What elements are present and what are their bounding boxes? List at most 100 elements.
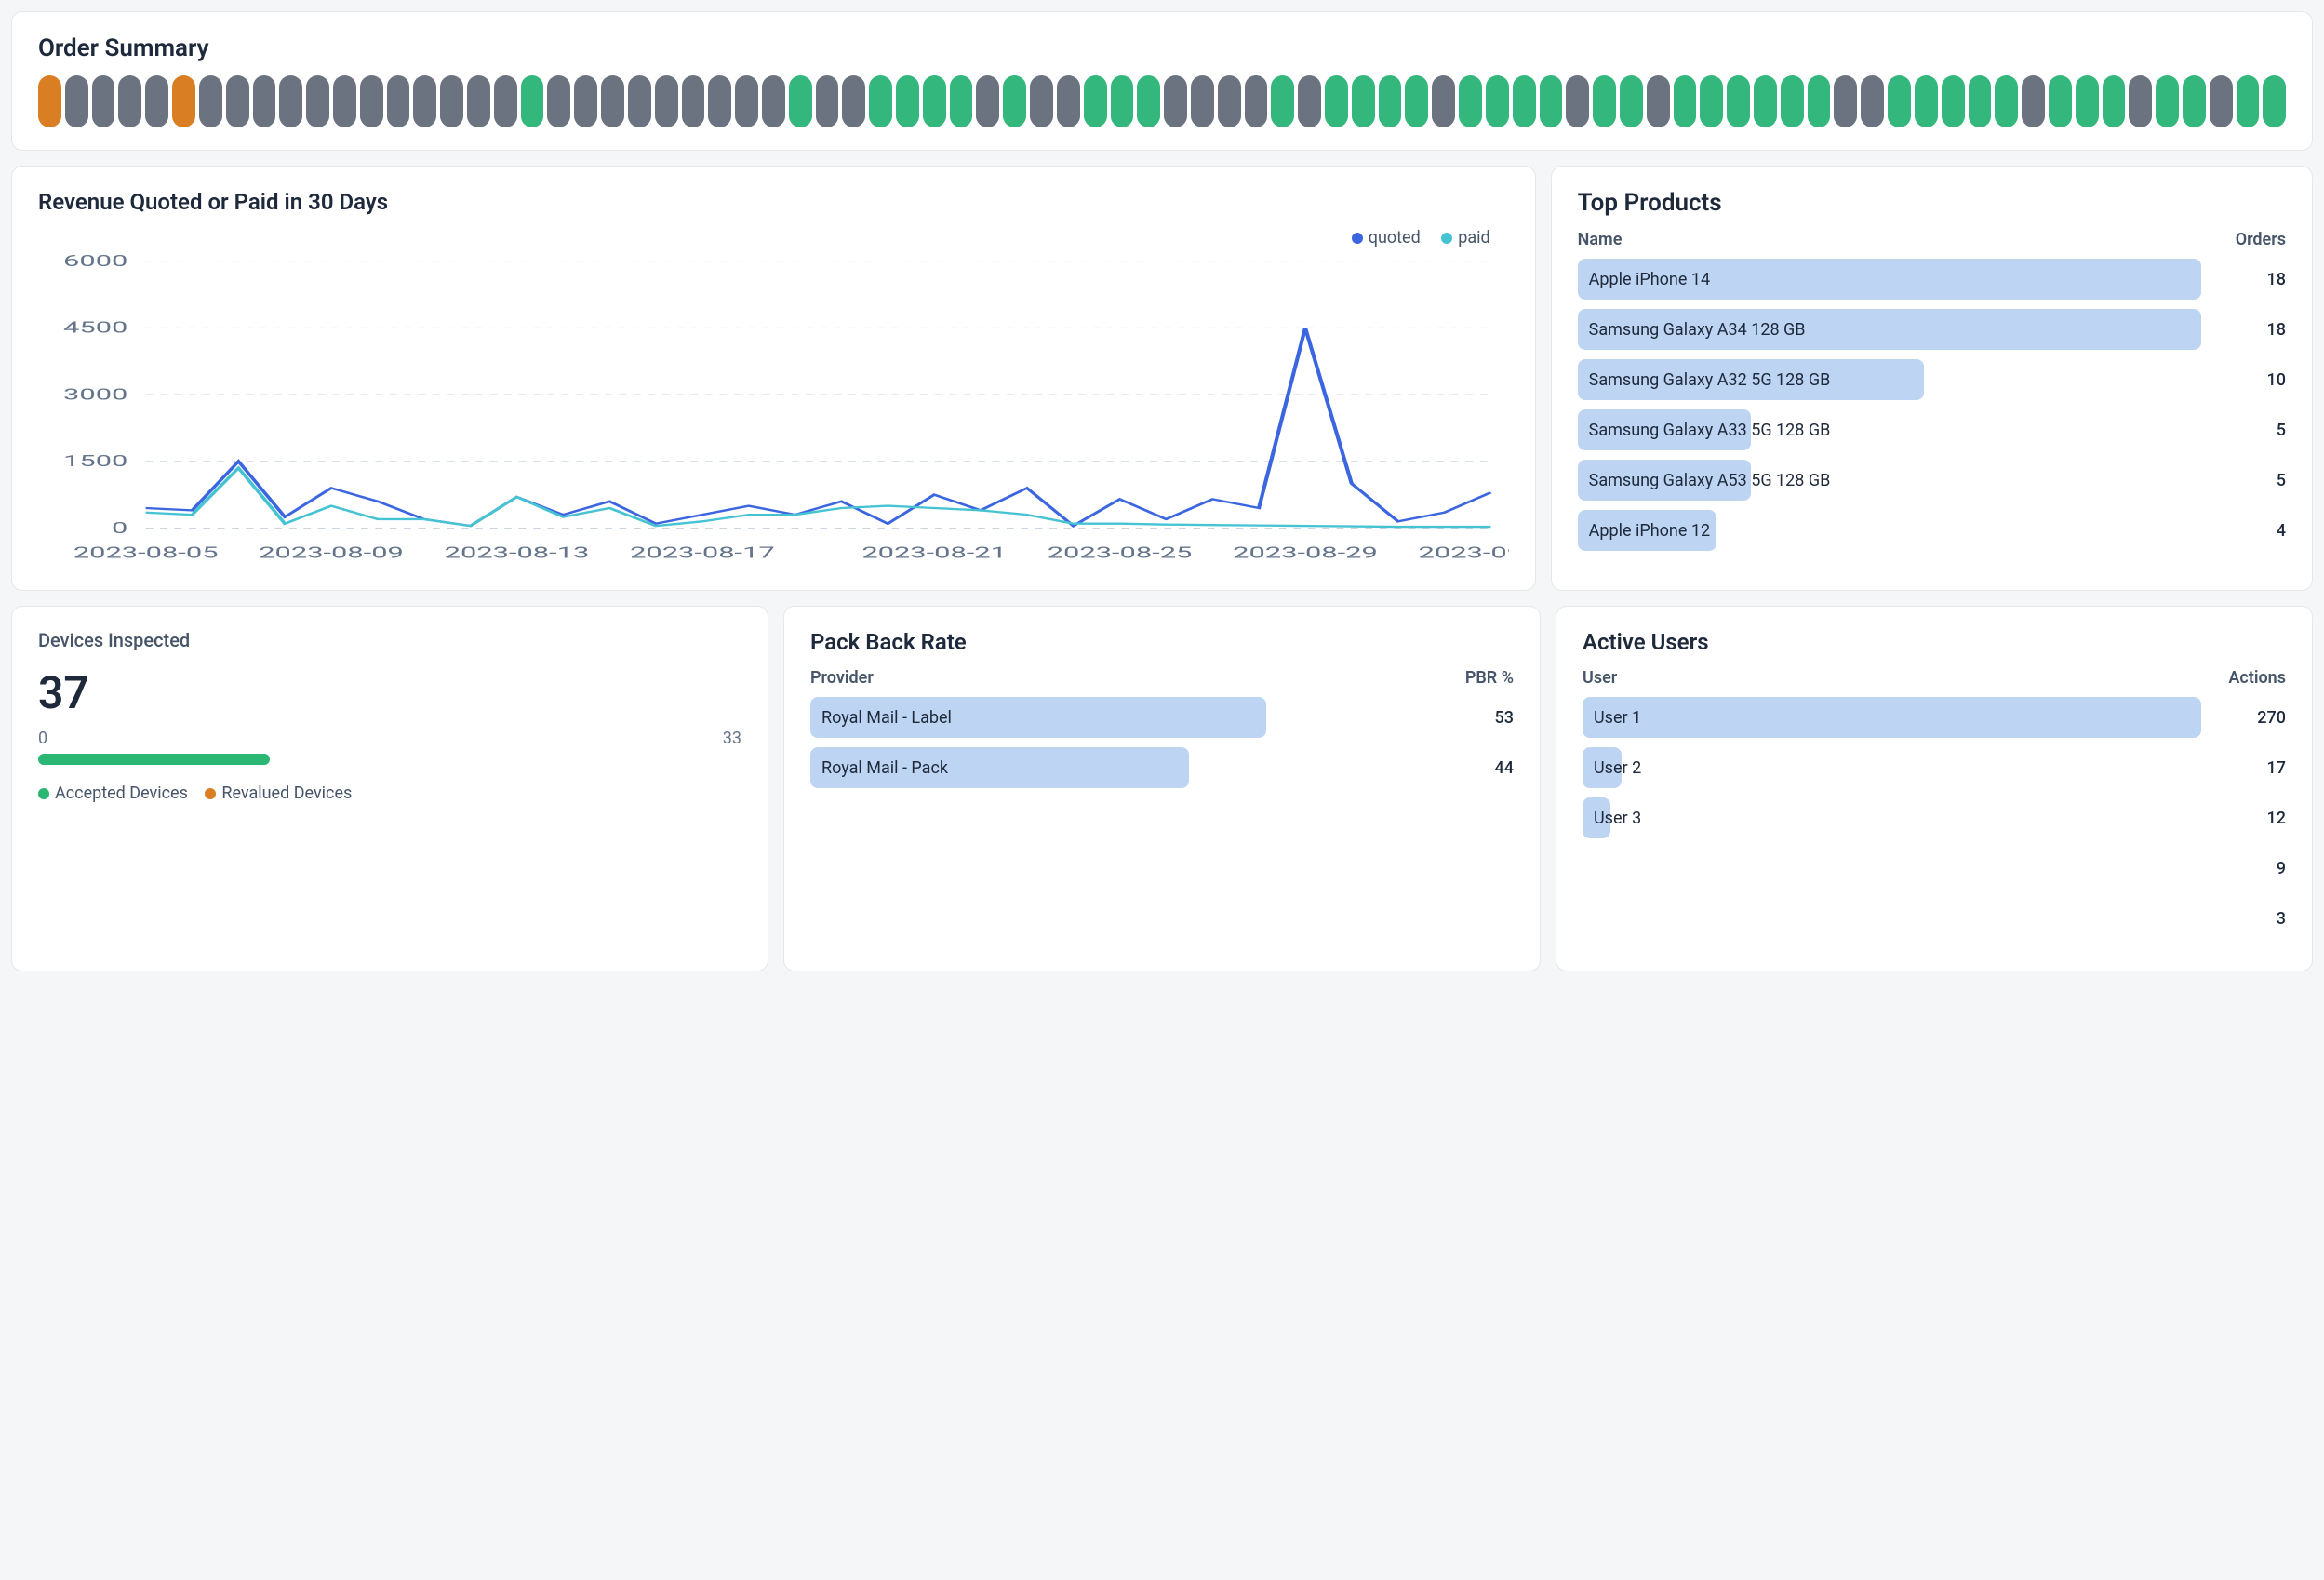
svg-text:6000: 6000: [63, 252, 127, 271]
order-pill: [413, 75, 436, 127]
devices-legend: Accepted Devices Revalued Devices: [38, 783, 741, 803]
list-item-value: 4: [2277, 521, 2286, 541]
order-pill: [682, 75, 705, 127]
order-pill: [1915, 75, 1938, 127]
order-pill: [950, 75, 973, 127]
order-pill: [306, 75, 329, 127]
top-products-header-name: Name: [1578, 230, 1623, 249]
list-item: Samsung Galaxy A34 128 GB 18: [1578, 309, 2286, 350]
legend-label-quoted: quoted: [1369, 228, 1421, 248]
list-item-label: Samsung Galaxy A33 5G 128 GB: [1578, 421, 1831, 440]
order-pill: [521, 75, 544, 127]
order-pill: [2263, 75, 2286, 127]
order-pill: [253, 75, 276, 127]
order-pill: [1995, 75, 2018, 127]
active-users-header-user: User: [1583, 668, 1617, 688]
list-item-label: Apple iPhone 12: [1578, 521, 1710, 541]
list-item-label: Samsung Galaxy A34 128 GB: [1578, 320, 1806, 340]
svg-text:4500: 4500: [63, 319, 127, 338]
list-item-value: 18: [2267, 270, 2286, 289]
order-pill: [279, 75, 302, 127]
order-summary-pills: [38, 75, 2286, 127]
revenue-chart: 015003000450060002023-08-052023-08-09202…: [38, 251, 1509, 568]
order-pill: [1405, 75, 1428, 127]
list-item: 3: [1583, 898, 2286, 939]
order-pill: [2129, 75, 2152, 127]
order-pill: [1888, 75, 1911, 127]
svg-text:3000: 3000: [63, 385, 127, 404]
order-pill: [1727, 75, 1750, 127]
order-pill: [708, 75, 731, 127]
list-item-value: 5: [2277, 471, 2286, 490]
active-users-title: Active Users: [1583, 629, 2286, 655]
list-item: Apple iPhone 12 4: [1578, 510, 2286, 551]
order-pill: [1111, 75, 1134, 127]
active-users-header: User Actions: [1583, 668, 2286, 688]
list-item-label: Apple iPhone 14: [1578, 270, 1710, 289]
order-pill: [1513, 75, 1536, 127]
list-item-label: User 3: [1583, 809, 1641, 828]
order-pill: [1861, 75, 1884, 127]
legend-dot-revalued: [205, 788, 216, 799]
legend-dot-paid: [1441, 233, 1452, 244]
order-pill: [2076, 75, 2099, 127]
order-pill: [2022, 75, 2045, 127]
order-pill: [494, 75, 517, 127]
list-item: User 1270: [1583, 697, 2286, 738]
devices-progress: [38, 754, 741, 765]
order-pill: [1057, 75, 1080, 127]
order-summary-title: Order Summary: [38, 34, 2286, 62]
order-pill: [199, 75, 222, 127]
pack-back-header-provider: Provider: [810, 668, 874, 688]
order-pill: [1620, 75, 1643, 127]
top-products-list: Apple iPhone 1418Samsung Galaxy A34 128 …: [1578, 259, 2286, 551]
order-pill: [2210, 75, 2233, 127]
order-pill: [1808, 75, 1831, 127]
legend-dot-quoted: [1352, 233, 1363, 244]
top-products-header: Name Orders: [1578, 230, 2286, 249]
list-item-label: Samsung Galaxy A32 5G 128 GB: [1578, 370, 1831, 390]
revenue-title: Revenue Quoted or Paid in 30 Days: [38, 189, 1509, 215]
list-item: 9: [1583, 848, 2286, 889]
devices-range-min: 0: [38, 729, 47, 748]
order-pill: [842, 75, 865, 127]
list-item: Apple iPhone 14 18: [1578, 259, 2286, 300]
list-item-value: 17: [2267, 758, 2286, 778]
svg-text:2023-08-05: 2023-08-05: [73, 543, 219, 562]
order-pill: [1298, 75, 1321, 127]
active-users-card: Active Users User Actions User 1270User …: [1556, 606, 2313, 971]
order-pill: [1191, 75, 1214, 127]
list-item-bar: [1583, 697, 2201, 738]
top-products-title: Top Products: [1578, 189, 2286, 217]
order-pill: [976, 75, 999, 127]
list-item-value: 18: [2267, 320, 2286, 340]
list-item-label: User 1: [1583, 708, 1641, 728]
order-pill: [1834, 75, 1857, 127]
order-pill: [816, 75, 839, 127]
order-pill: [2156, 75, 2179, 127]
order-pill: [1137, 75, 1160, 127]
top-products-card: Top Products Name Orders Apple iPhone 14…: [1551, 166, 2313, 591]
active-users-header-actions: Actions: [2228, 668, 2286, 688]
order-pill: [333, 75, 356, 127]
order-pill: [1003, 75, 1026, 127]
svg-text:2023-08-25: 2023-08-25: [1048, 543, 1193, 562]
legend-label-revalued: Revalued Devices: [221, 783, 352, 803]
list-item: Royal Mail - Pack44: [810, 747, 1514, 788]
list-item-label: Royal Mail - Pack: [810, 758, 948, 778]
order-pill: [387, 75, 410, 127]
pack-back-header: Provider PBR %: [810, 668, 1514, 688]
order-pill: [1540, 75, 1563, 127]
legend-label-paid: paid: [1458, 228, 1489, 248]
pack-back-list: Royal Mail - Label53 Royal Mail - Pack44: [810, 697, 1514, 788]
order-pill: [1084, 75, 1107, 127]
order-pill: [601, 75, 624, 127]
order-pill: [2103, 75, 2126, 127]
order-pill: [869, 75, 892, 127]
order-pill: [1647, 75, 1670, 127]
list-item: Royal Mail - Label53: [810, 697, 1514, 738]
list-item: Samsung Galaxy A53 5G 128 GB5: [1578, 460, 2286, 501]
list-item-value: 5: [2277, 421, 2286, 440]
svg-text:1500: 1500: [63, 452, 127, 471]
order-pill: [1700, 75, 1723, 127]
